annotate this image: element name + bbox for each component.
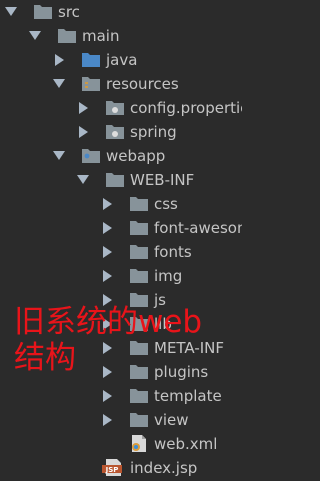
collapse-arrow-right-icon[interactable] (103, 366, 112, 378)
collapse-arrow-right-icon[interactable] (103, 294, 112, 306)
folder-icon (130, 243, 148, 260)
collapse-arrow-right-icon[interactable] (103, 198, 112, 210)
collapse-arrow-right-icon[interactable] (103, 222, 112, 234)
tree-item-label: main (82, 27, 120, 45)
tree-item-label: img (154, 267, 183, 285)
project-tree: srcmain java resources config.properties spr… (0, 0, 242, 481)
folder-icon (130, 195, 148, 212)
svg-text:JSP: JSP (105, 466, 119, 474)
folder-icon (130, 315, 148, 332)
tree-item-img[interactable]: img (0, 264, 242, 288)
collapse-arrow-right-icon[interactable] (55, 54, 64, 66)
tree-item-label: WEB-INF (130, 171, 195, 189)
tree-item-view[interactable]: view (0, 408, 242, 432)
tree-item-label: lib (154, 315, 172, 333)
folder-icon (130, 291, 148, 308)
tree-item-config-properties[interactable]: config.properties (0, 96, 242, 120)
collapse-arrow-right-icon[interactable] (79, 126, 88, 138)
tree-item-meta-inf[interactable]: META-INF (0, 336, 242, 360)
tree-item-font-awesome[interactable]: font-awesome (0, 216, 242, 240)
expand-arrow-down-icon[interactable] (53, 151, 65, 160)
expand-arrow-down-icon[interactable] (5, 7, 17, 16)
tree-item-js[interactable]: js (0, 288, 242, 312)
expand-arrow-down-icon[interactable] (77, 175, 89, 184)
folder-icon (130, 219, 148, 236)
collapse-arrow-right-icon[interactable] (103, 390, 112, 402)
web-folder-icon (82, 147, 100, 164)
tree-item-label: java (106, 51, 138, 69)
tree-item-spring[interactable]: spring (0, 120, 242, 144)
tree-item-label: src (58, 3, 80, 21)
tree-item-label: fonts (154, 243, 192, 261)
tree-item-label: META-INF (154, 339, 225, 357)
tree-item-src[interactable]: src (0, 0, 242, 24)
tree-item-label: font-awesome (154, 219, 242, 237)
collapse-arrow-right-icon[interactable] (103, 246, 112, 258)
folder-icon (130, 363, 148, 380)
collapse-arrow-right-icon[interactable] (103, 414, 112, 426)
folder-icon (130, 411, 148, 428)
tree-item-fonts[interactable]: fonts (0, 240, 242, 264)
tree-item-label: css (154, 195, 178, 213)
tree-item-label: index.jsp (130, 459, 198, 477)
collapse-arrow-right-icon[interactable] (103, 270, 112, 282)
expand-arrow-down-icon[interactable] (29, 31, 41, 40)
package-folder-icon (106, 99, 124, 116)
collapse-arrow-right-icon[interactable] (79, 102, 88, 114)
tree-item-plugins[interactable]: plugins (0, 360, 242, 384)
tree-item-web-inf[interactable]: WEB-INF (0, 168, 242, 192)
tree-item-label: spring (130, 123, 177, 141)
collapse-arrow-right-icon[interactable] (103, 342, 112, 354)
folder-icon (106, 171, 124, 188)
tree-item-template[interactable]: template (0, 384, 242, 408)
folder-icon (34, 3, 52, 20)
folder-icon (130, 339, 148, 356)
tree-item-label: resources (106, 75, 179, 93)
tree-item-css[interactable]: css (0, 192, 242, 216)
tree-item-label: web.xml (154, 435, 218, 453)
tree-item-web-xml[interactable]: web.xml (0, 432, 242, 456)
tree-item-resources[interactable]: resources (0, 72, 242, 96)
tree-item-label: config.properties (130, 99, 242, 117)
package-folder-icon (106, 123, 124, 140)
tree-item-lib[interactable]: lib (0, 312, 242, 336)
tree-item-index-jsp[interactable]: JSP index.jsp (0, 456, 242, 480)
collapse-arrow-right-icon[interactable] (103, 318, 112, 330)
tree-item-label: template (154, 387, 222, 405)
tree-item-java[interactable]: java (0, 48, 242, 72)
tree-item-label: plugins (154, 363, 209, 381)
web-xml-file-icon (130, 435, 148, 452)
resources-folder-icon (82, 75, 100, 92)
folder-icon (130, 267, 148, 284)
source-folder-icon (82, 51, 100, 68)
tree-item-webapp[interactable]: webapp (0, 144, 242, 168)
tree-item-label: webapp (106, 147, 166, 165)
jsp-file-icon: JSP (102, 459, 122, 476)
folder-icon (130, 387, 148, 404)
tree-item-main[interactable]: main (0, 24, 242, 48)
folder-icon (58, 27, 76, 44)
tree-item-label: view (154, 411, 189, 429)
tree-item-label: js (154, 291, 166, 309)
expand-arrow-down-icon[interactable] (53, 79, 65, 88)
